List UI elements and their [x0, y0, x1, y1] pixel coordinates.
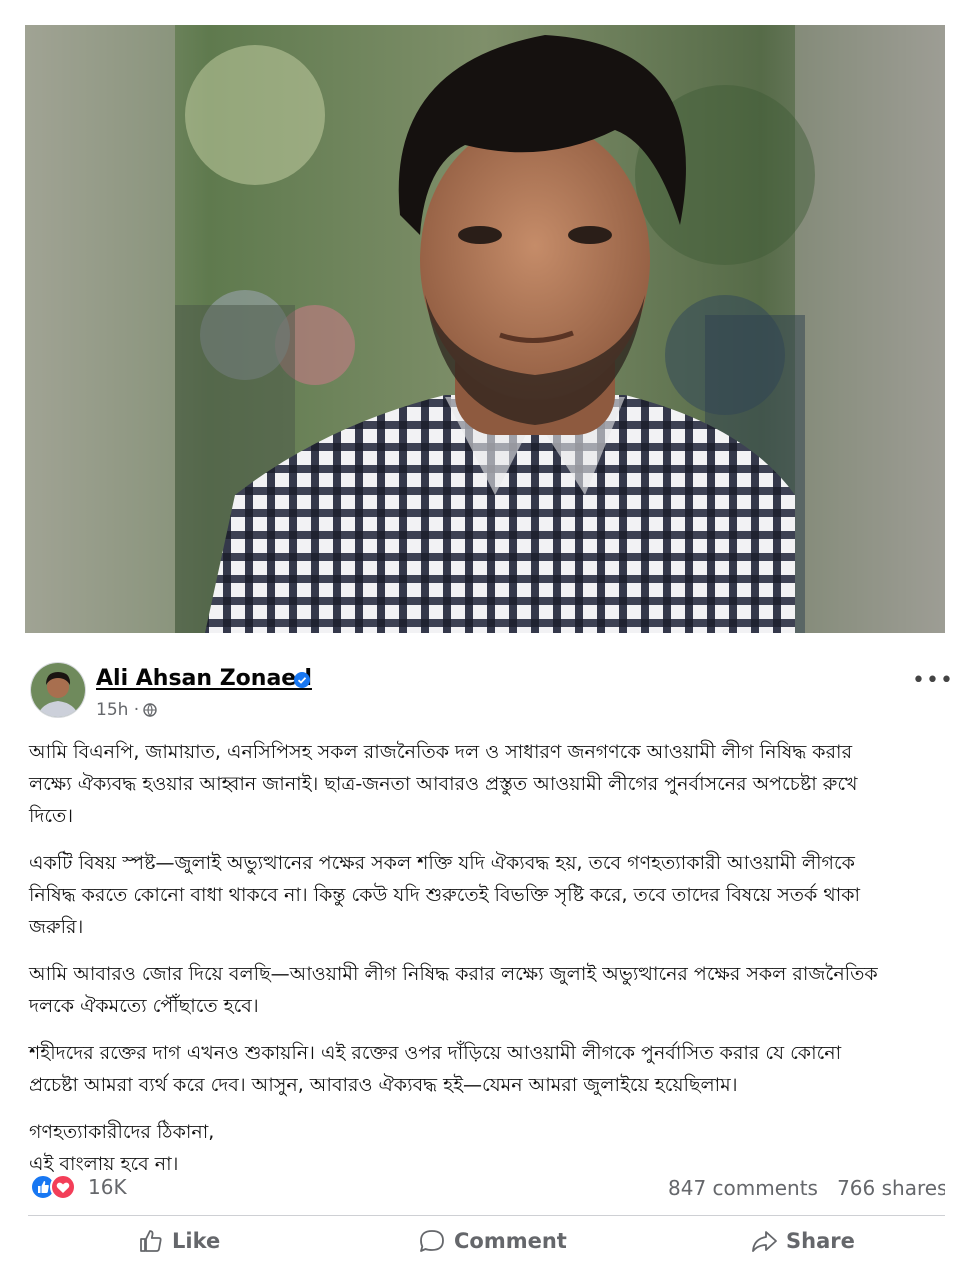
- text-line: শহীদদের রক্তের দাগ এখনও শুকায়নি। এই রক্…: [29, 1042, 842, 1064]
- reaction-count: 16K: [88, 1175, 127, 1199]
- portrait-image: [25, 25, 945, 633]
- text-line: আমি আবারও জোর দিয়ে বলছি—আওয়ামী লীগ নিষ…: [29, 963, 878, 985]
- author-avatar[interactable]: [30, 662, 86, 718]
- post-actions: Like Comment Share: [0, 1222, 970, 1262]
- verified-badge-icon: [294, 672, 310, 688]
- text-line: আমি বিএনপি, জামায়াত, এনসিপিসহ সকল রাজনৈ…: [29, 741, 853, 763]
- share-arrow-icon: [752, 1231, 777, 1252]
- post-photo[interactable]: [25, 25, 945, 633]
- comment-label: Comment: [454, 1229, 567, 1253]
- like-label: Like: [172, 1229, 221, 1253]
- more-options-icon[interactable]: •••: [912, 670, 954, 692]
- post-body: আমি বিএনপি, জামায়াত, এনসিপিসহ সকল রাজনৈ…: [29, 736, 939, 1180]
- text-line: লক্ষ্যে ঐক্যবদ্ধ হওয়ার আহ্বান জানাই। ছা…: [29, 773, 858, 795]
- post-meta: 15h ·: [96, 700, 157, 720]
- text-line: নিষিদ্ধ করতে কোনো বাধা থাকবে না। কিন্তু …: [29, 884, 861, 906]
- reactions-summary[interactable]: 16K: [30, 1174, 127, 1200]
- engagement-counts: 847 comments 766 shares: [668, 1176, 945, 1200]
- comment-button[interactable]: Comment: [418, 1228, 567, 1254]
- text-line: দলকে ঐকমত্যে পৌঁছাতে হবে।: [29, 995, 259, 1017]
- like-button[interactable]: Like: [138, 1228, 220, 1254]
- share-label: Share: [786, 1229, 855, 1253]
- thumbs-up-icon: [140, 1230, 162, 1252]
- post-paragraph: গণহত্যাকারীদের ঠিকানা, এই বাংলায় হবে না…: [29, 1116, 939, 1180]
- reaction-icons: [30, 1174, 76, 1200]
- post-timestamp[interactable]: 15h ·: [96, 700, 139, 720]
- share-button[interactable]: Share: [750, 1228, 855, 1254]
- text-line: দিতে।: [29, 805, 74, 827]
- globe-icon[interactable]: [143, 703, 157, 717]
- post-paragraph: আমি বিএনপি, জামায়াত, এনসিপিসহ সকল রাজনৈ…: [29, 736, 939, 832]
- comment-bubble-icon: [420, 1230, 444, 1252]
- author-name[interactable]: Ali Ahsan Zonaed: [96, 666, 312, 691]
- text-line: গণহত্যাকারীদের ঠিকানা,: [29, 1121, 215, 1143]
- post-paragraph: আমি আবারও জোর দিয়ে বলছি—আওয়ামী লীগ নিষ…: [29, 958, 939, 1022]
- love-reaction-icon: [50, 1174, 76, 1200]
- text-line: জরুরি।: [29, 916, 84, 938]
- text-line: প্রচেষ্টা আমরা ব্যর্থ করে দেব। আসুন, আবা…: [29, 1074, 738, 1096]
- post-paragraph: শহীদদের রক্তের দাগ এখনও শুকায়নি। এই রক্…: [29, 1037, 939, 1101]
- post-paragraph: একটি বিষয় স্পষ্ট—জুলাই অভ্যুত্থানের পক্…: [29, 847, 939, 943]
- comments-count[interactable]: 847 comments: [668, 1176, 818, 1200]
- text-line: একটি বিষয় স্পষ্ট—জুলাই অভ্যুত্থানের পক্…: [29, 852, 855, 874]
- divider: [28, 1215, 945, 1216]
- shares-count[interactable]: 766 shares: [837, 1176, 945, 1200]
